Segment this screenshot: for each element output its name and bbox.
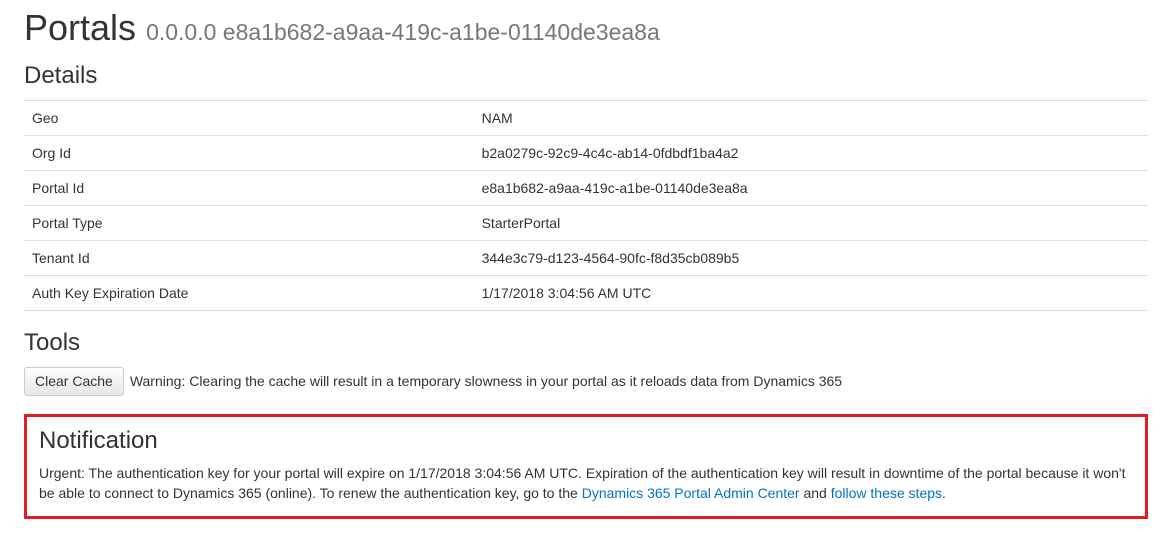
details-label: Tenant Id	[24, 240, 474, 275]
details-value: b2a0279c-92c9-4c4c-ab14-0fdbdf1ba4a2	[474, 135, 1148, 170]
details-row: Tenant Id344e3c79-d123-4564-90fc-f8d35cb…	[24, 240, 1148, 275]
notification-text-after: .	[942, 485, 946, 501]
details-row: Auth Key Expiration Date1/17/2018 3:04:5…	[24, 275, 1148, 310]
details-value: 344e3c79-d123-4564-90fc-f8d35cb089b5	[474, 240, 1148, 275]
follow-steps-link[interactable]: follow these steps	[831, 485, 942, 501]
clear-cache-warning: Warning: Clearing the cache will result …	[130, 373, 842, 389]
details-row: Org Idb2a0279c-92c9-4c4c-ab14-0fdbdf1ba4…	[24, 135, 1148, 170]
details-table: GeoNAMOrg Idb2a0279c-92c9-4c4c-ab14-0fdb…	[24, 100, 1148, 311]
details-label: Portal Id	[24, 170, 474, 205]
details-value: StarterPortal	[474, 205, 1148, 240]
notification-text-between: and	[800, 485, 831, 501]
admin-center-link[interactable]: Dynamics 365 Portal Admin Center	[582, 485, 800, 501]
details-row: GeoNAM	[24, 100, 1148, 135]
clear-cache-button[interactable]: Clear Cache	[24, 367, 124, 397]
notification-text: Urgent: The authentication key for your …	[39, 463, 1133, 504]
details-label: Org Id	[24, 135, 474, 170]
details-value: NAM	[474, 100, 1148, 135]
tools-heading: Tools	[24, 329, 1148, 357]
page-subtitle: 0.0.0.0 e8a1b682-a9aa-419c-a1be-01140de3…	[146, 19, 660, 45]
tools-row: Clear Cache Warning: Clearing the cache …	[24, 367, 1148, 397]
details-value: 1/17/2018 3:04:56 AM UTC	[474, 275, 1148, 310]
notification-box: Notification Urgent: The authentication …	[24, 414, 1148, 519]
notification-heading: Notification	[39, 427, 1133, 455]
page-title-text: Portals	[24, 7, 136, 48]
page-title: Portals 0.0.0.0 e8a1b682-a9aa-419c-a1be-…	[24, 8, 1148, 48]
details-heading: Details	[24, 62, 1148, 90]
details-row: Portal TypeStarterPortal	[24, 205, 1148, 240]
details-label: Portal Type	[24, 205, 474, 240]
details-value: e8a1b682-a9aa-419c-a1be-01140de3ea8a	[474, 170, 1148, 205]
details-label: Geo	[24, 100, 474, 135]
details-row: Portal Ide8a1b682-a9aa-419c-a1be-01140de…	[24, 170, 1148, 205]
details-label: Auth Key Expiration Date	[24, 275, 474, 310]
